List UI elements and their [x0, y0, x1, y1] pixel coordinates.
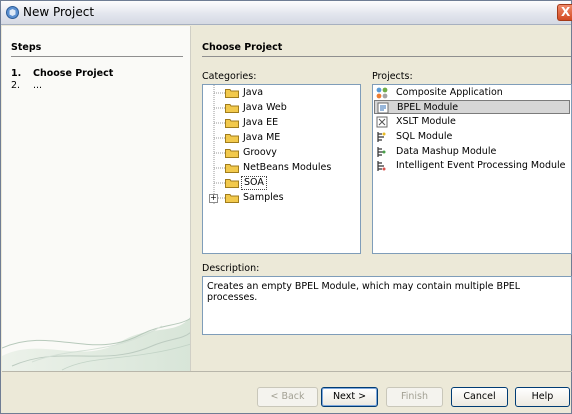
- cancel-button[interactable]: Cancel: [451, 387, 508, 407]
- categories-label: Categories:: [202, 71, 257, 82]
- step-label: ...: [33, 80, 43, 91]
- project-label: Composite Application: [396, 87, 503, 98]
- iep-module-icon: [377, 161, 386, 171]
- step-number: 1.: [11, 68, 22, 79]
- projects-label: Projects:: [372, 71, 413, 82]
- category-label: Java EE: [243, 117, 279, 128]
- description-label: Description:: [202, 263, 260, 274]
- decorative-swirl-graphic: [2, 317, 190, 371]
- folder-icon: [225, 89, 239, 98]
- category-item-java[interactable]: Java: [203, 86, 360, 100]
- folder-icon: [225, 104, 239, 113]
- close-button[interactable]: X: [557, 4, 572, 21]
- plus-icon: +: [210, 193, 217, 202]
- category-label-selected: SOA: [241, 176, 267, 190]
- project-item-xslt-module[interactable]: XSLT Module: [374, 115, 570, 129]
- folder-icon: [225, 179, 239, 188]
- category-label: Java: [243, 87, 264, 98]
- step-number: 2.: [11, 80, 21, 91]
- categories-tree[interactable]: Java Java Web Java EE Java ME Groovy Net…: [202, 84, 361, 254]
- data-mashup-icon: [377, 147, 386, 157]
- category-label: Java ME: [243, 132, 281, 143]
- category-item-groovy[interactable]: Groovy: [203, 146, 360, 160]
- category-item-java-ee[interactable]: Java EE: [203, 116, 360, 130]
- steps-panel: Steps 1. Choose Project 2....: [2, 26, 191, 371]
- bpel-module-icon: [377, 102, 389, 114]
- steps-divider: [11, 56, 183, 57]
- project-item-bpel-module[interactable]: BPEL Module: [374, 100, 570, 114]
- xslt-module-icon: [376, 116, 388, 128]
- project-label: BPEL Module: [397, 102, 459, 113]
- category-item-java-me[interactable]: Java ME: [203, 131, 360, 145]
- project-item-sql-module[interactable]: SQL Module: [374, 130, 570, 144]
- folder-icon: [225, 164, 239, 173]
- dialog-title: New Project: [23, 5, 95, 19]
- folder-icon: [225, 194, 239, 203]
- finish-button[interactable]: Finish: [386, 387, 443, 407]
- folder-icon: [225, 149, 239, 158]
- content-divider: [202, 56, 571, 57]
- steps-heading: Steps: [11, 42, 42, 53]
- projects-list[interactable]: Composite Application BPEL Module XSLT M…: [372, 84, 572, 254]
- category-item-java-web[interactable]: Java Web: [203, 101, 360, 115]
- composite-app-icon: [376, 87, 388, 99]
- description-box: Creates an empty BPEL Module, which may …: [202, 276, 572, 335]
- title-bar[interactable]: New Project X: [1, 1, 572, 25]
- step-item-next: 2....: [11, 80, 42, 91]
- category-label: Groovy: [243, 147, 277, 158]
- sql-module-icon: [377, 132, 386, 142]
- project-item-data-mashup-module[interactable]: Data Mashup Module: [374, 145, 570, 159]
- folder-icon: [225, 119, 239, 128]
- project-label: Data Mashup Module: [396, 146, 497, 157]
- description-text: Creates an empty BPEL Module, which may …: [207, 281, 521, 303]
- tree-expand-toggle[interactable]: +: [209, 194, 218, 203]
- project-label: SQL Module: [396, 131, 453, 142]
- project-label: Intelligent Event Processing Module: [396, 160, 566, 171]
- content-heading: Choose Project: [202, 42, 283, 53]
- category-label: Samples: [243, 192, 284, 203]
- folder-icon: [225, 134, 239, 143]
- step-label: Choose Project: [33, 68, 114, 79]
- category-label: Java Web: [243, 102, 287, 113]
- back-button[interactable]: < Back: [257, 387, 318, 407]
- project-label: XSLT Module: [396, 116, 456, 127]
- next-button[interactable]: Next >: [321, 387, 378, 407]
- netbeans-cube-icon: [6, 6, 19, 19]
- close-icon: X: [561, 5, 571, 19]
- button-bar-separator: [2, 371, 572, 372]
- step-item-choose-project: 1. Choose Project: [11, 68, 113, 79]
- project-item-composite-application[interactable]: Composite Application: [374, 86, 570, 100]
- category-item-samples[interactable]: + Samples: [203, 191, 360, 205]
- new-project-dialog: New Project X Steps 1. Choose Project 2..…: [0, 0, 572, 414]
- project-item-intelligent-event-processing-module[interactable]: Intelligent Event Processing Module: [374, 159, 570, 173]
- category-item-soa[interactable]: SOA: [203, 176, 360, 190]
- category-label: NetBeans Modules: [243, 162, 332, 173]
- category-item-netbeans-modules[interactable]: NetBeans Modules: [203, 161, 360, 175]
- help-button[interactable]: Help: [515, 387, 570, 407]
